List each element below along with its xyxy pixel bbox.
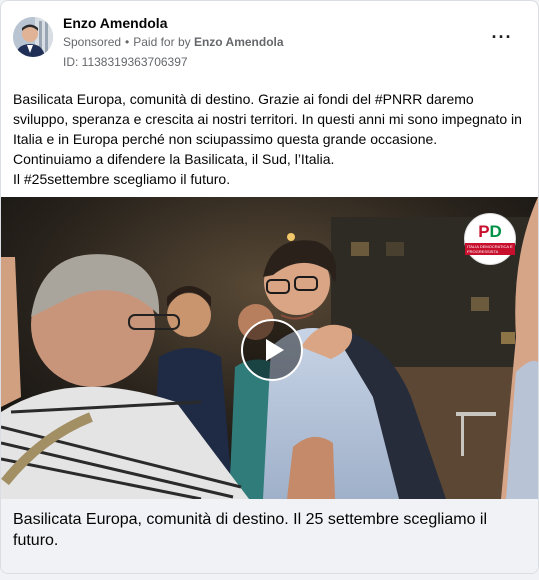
advertiser-name[interactable]: Enzo Amendola — [63, 15, 168, 31]
logo-letter-p: P — [478, 222, 490, 241]
party-logo-subtext: ITALIA DEMOCRATICA E PROGRESSISTA — [465, 243, 515, 255]
play-button[interactable] — [241, 319, 303, 381]
party-logo: PD ITALIA DEMOCRATICA E PROGRESSISTA — [464, 213, 516, 265]
body-paragraph-2: Continuiamo a difendere la Basilicata, i… — [13, 151, 335, 167]
body-paragraph-3: Il #25settembre scegliamo il futuro. — [13, 171, 231, 187]
caption-title: Basilicata Europa, comunità di destino. … — [13, 511, 488, 549]
sponsored-label: Sponsored — [63, 35, 122, 49]
avatar[interactable] — [13, 17, 53, 57]
separator-dot: • — [125, 35, 130, 49]
video-thumbnail[interactable]: PD ITALIA DEMOCRATICA E PROGRESSISTA — [1, 197, 538, 499]
logo-letter-d: D — [489, 222, 502, 241]
ad-card: Enzo Amendola Sponsored • Paid for by Enzo… — [0, 0, 539, 574]
body-paragraph-1: Basilicata Europa, comunità di destino. … — [13, 91, 522, 147]
play-icon — [265, 339, 284, 361]
post-body: Basilicata Europa, comunità di destino. … — [13, 89, 528, 189]
link-caption[interactable]: Basilicata Europa, comunità di destino. … — [1, 499, 538, 573]
more-options-icon[interactable]: ··· — [488, 27, 516, 47]
paid-for-prefix: Paid for by — [133, 35, 191, 49]
post-header: Enzo Amendola Sponsored • Paid for by Enzo… — [13, 13, 526, 73]
paid-for-name[interactable]: Enzo Amendola — [194, 35, 284, 49]
sponsorship-info: Sponsored • Paid for by Enzo Amendola — [63, 35, 284, 49]
ad-id: ID: 1138319363706397 — [63, 55, 188, 69]
party-logo-letters: PD — [478, 223, 502, 241]
